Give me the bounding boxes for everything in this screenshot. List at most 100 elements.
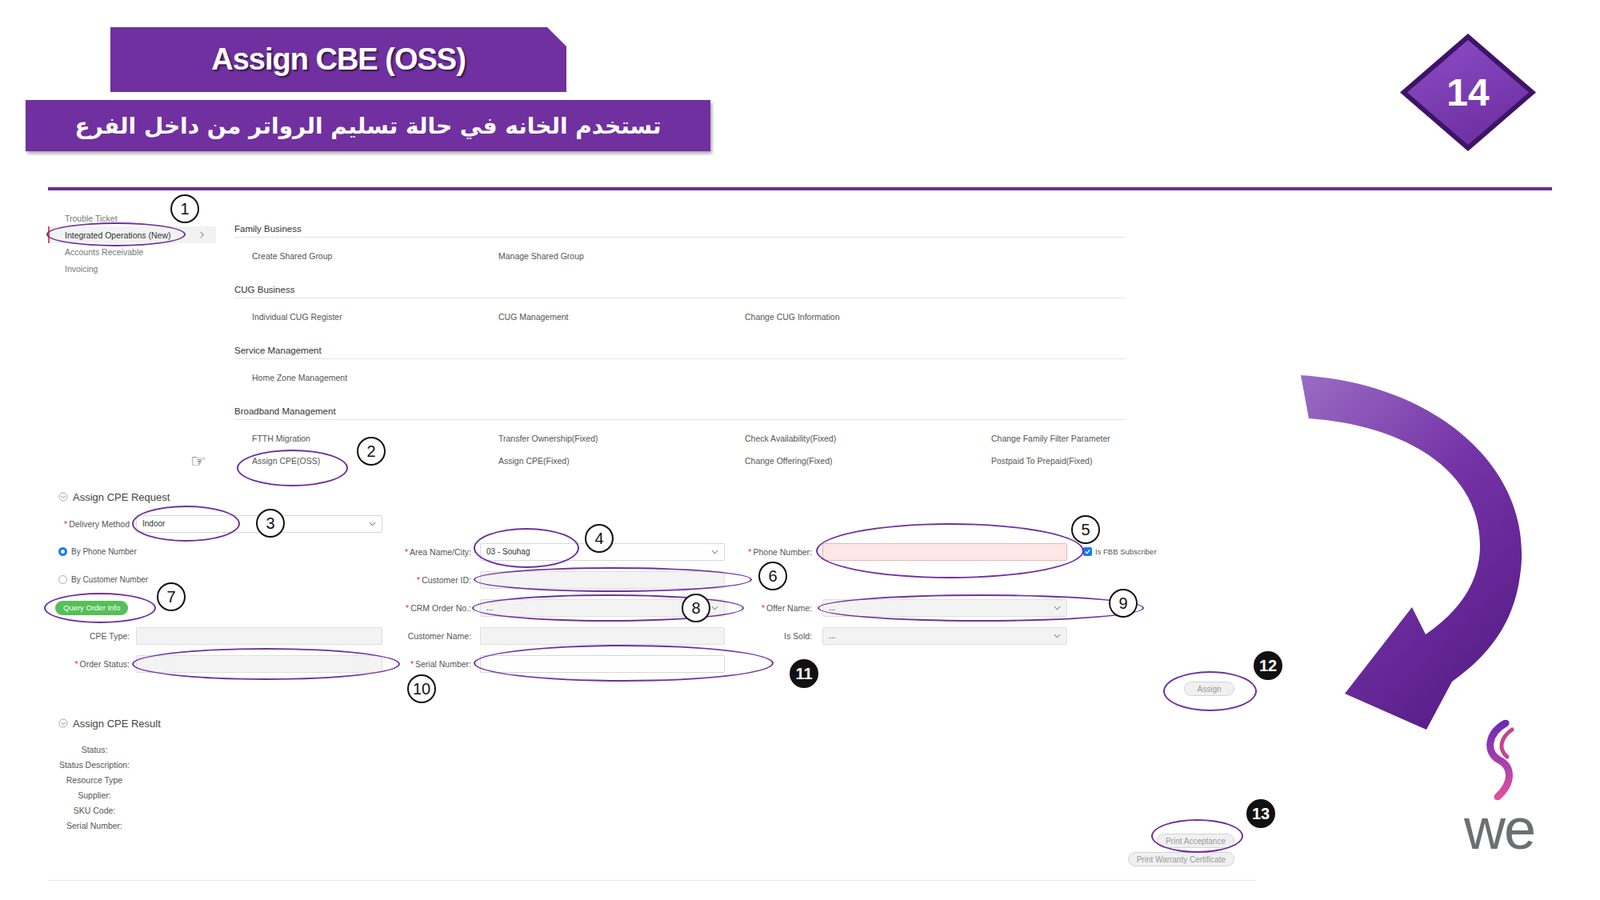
text-field[interactable] <box>480 655 725 673</box>
checkbox-icon <box>1083 547 1092 556</box>
query-order-button[interactable]: Query Order Info <box>55 600 128 616</box>
highlight-ellipse <box>817 594 1144 622</box>
we-logo: we <box>1449 720 1549 858</box>
step-marker: 3 <box>256 508 285 538</box>
dropdown-icon <box>368 521 376 527</box>
radio-option[interactable]: By Customer Number <box>58 575 383 584</box>
dropdown-icon <box>1053 605 1061 611</box>
step-marker: 5 <box>1071 515 1100 544</box>
print-button: Print Warranty Certificate <box>1128 852 1235 867</box>
result-label: Supplier: <box>46 788 143 804</box>
step-marker: 9 <box>1108 588 1138 618</box>
dropdown-icon <box>711 605 719 611</box>
highlight-ellipse <box>132 505 240 542</box>
menu-link[interactable]: Home Zone Management <box>252 369 499 386</box>
menu-link[interactable]: Create Shared Group <box>252 248 499 264</box>
assign-cpe-result: Assign CPE Result Status:Status Descripti… <box>0 715 1600 867</box>
section-header[interactable]: Assign CPE Request <box>0 488 1600 505</box>
curved-arrow-icon <box>1280 368 1552 744</box>
menu-link[interactable]: FTTH Migration <box>252 430 499 447</box>
menu-link[interactable]: Assign CPE(Fixed) <box>498 452 745 469</box>
field-label: *Serial Number: <box>382 659 480 669</box>
radio-icon <box>58 547 68 556</box>
menu-link[interactable]: Transfer Ownership(Fixed) <box>498 430 745 447</box>
field-label: CPE Type: <box>58 631 136 641</box>
highlight-ellipse <box>816 523 1084 579</box>
menu-section: Family Business Create Shared GroupManage… <box>234 220 1126 264</box>
select-field: ... <box>822 599 1068 617</box>
section-title: CUG Business <box>234 281 1126 299</box>
section-title: Family Business <box>234 220 1126 238</box>
sidebar-item[interactable]: Integrated Operations (New) <box>48 226 216 244</box>
result-label: Resource Type <box>46 772 143 788</box>
step-marker: 13 <box>1246 799 1276 828</box>
menu-link[interactable]: Postpaid To Prepaid(Fixed) <box>991 452 1238 469</box>
select-field: ... <box>480 599 725 617</box>
step-marker: 2 <box>356 436 386 466</box>
chevron-right-icon <box>199 230 205 240</box>
radio-option[interactable]: By Phone Number <box>58 547 383 556</box>
menu-link[interactable]: Assign CPE(OSS) <box>252 452 499 469</box>
menu-link[interactable]: Individual CUG Register <box>252 308 499 325</box>
menu-link[interactable]: CUG Management <box>498 308 745 325</box>
step-marker: 10 <box>407 674 436 704</box>
highlight-ellipse <box>473 567 752 592</box>
menu-link[interactable]: Change Offering(Fixed) <box>744 452 992 469</box>
field-label: *Phone Number: <box>724 547 823 557</box>
field-label: *Customer ID: <box>382 575 480 585</box>
sidebar: Trouble TicketIntegrated Operations (New… <box>48 190 216 480</box>
page-badge: 14 <box>1400 33 1536 152</box>
highlight-ellipse <box>44 592 156 624</box>
radio-icon <box>58 575 68 584</box>
text-field[interactable] <box>822 543 1068 561</box>
subtitle-bar: تستخدم الخانه في حالة تسليم الرواتر من د… <box>25 100 711 152</box>
field-label: *Order Status: <box>58 659 136 669</box>
step-marker: 7 <box>156 582 186 612</box>
menu-section: CUG Business Individual CUG RegisterCUG M… <box>234 281 1126 325</box>
collapse-icon <box>58 718 68 728</box>
highlight-ellipse <box>46 222 186 247</box>
assign-cpe-request: Assign CPE Request*Delivery MethodIndoor… <box>0 480 1600 700</box>
slide-header: Assign CBE (OSS)تستخدم الخانه في حالة تس… <box>0 0 1600 188</box>
sidebar-item[interactable]: Invoicing <box>48 260 216 277</box>
section-title: Broadband Management <box>234 403 1126 420</box>
select-field[interactable]: Indoor <box>136 515 383 533</box>
menu-link[interactable]: Change Family Filter Parameter <box>991 430 1238 447</box>
text-field <box>136 627 383 645</box>
menu-link[interactable]: Manage Shared Group <box>498 248 745 264</box>
step-marker: 8 <box>681 593 711 623</box>
pointer-hand-icon: ☞ <box>190 452 207 471</box>
assign-button: Assign <box>1184 681 1235 696</box>
highlight-ellipse <box>236 449 348 487</box>
field-label: Customer Name: <box>382 631 480 641</box>
collapse-icon <box>58 492 68 502</box>
sidebar-item[interactable]: Accounts Receivable <box>48 243 216 260</box>
select-field: ... <box>822 627 1068 645</box>
bottom-rule <box>48 880 1256 881</box>
result-label: SKU Code: <box>46 803 143 819</box>
field-label: *CRM Order No.: <box>382 603 480 613</box>
text-field <box>480 627 725 645</box>
select-field[interactable]: 03 - Souhag <box>480 543 725 561</box>
highlight-ellipse <box>473 528 580 568</box>
menu-link[interactable]: Check Availability(Fixed) <box>744 430 992 447</box>
highlight-ellipse <box>132 648 400 680</box>
result-label: Status: <box>46 742 143 758</box>
section-header[interactable]: Assign CPE Result <box>0 715 1600 732</box>
step-marker: 1 <box>170 194 200 224</box>
menu-link[interactable]: Change CUG Information <box>744 308 992 325</box>
section-title: Service Management <box>234 342 1126 360</box>
text-field <box>136 655 383 673</box>
dropdown-icon <box>1053 633 1061 639</box>
field-label: *Offer Name: <box>724 603 823 613</box>
step-marker: 6 <box>758 561 788 591</box>
fbb-checkbox[interactable]: Is FBB Subscriber <box>1083 547 1600 556</box>
highlight-ellipse <box>1163 671 1257 712</box>
step-marker: 12 <box>1253 651 1283 680</box>
menu-section: Broadband Management FTTH MigrationTransf… <box>234 403 1126 469</box>
result-label: Status Description: <box>46 757 143 773</box>
slide: Assign CBE (OSS)تستخدم الخانه في حالة تس… <box>0 0 1600 900</box>
annotations: ☞12345678910111213we <box>0 0 1600 900</box>
print-button: Print Acceptance <box>1156 833 1235 848</box>
sidebar-item[interactable]: Trouble Ticket <box>48 209 216 227</box>
